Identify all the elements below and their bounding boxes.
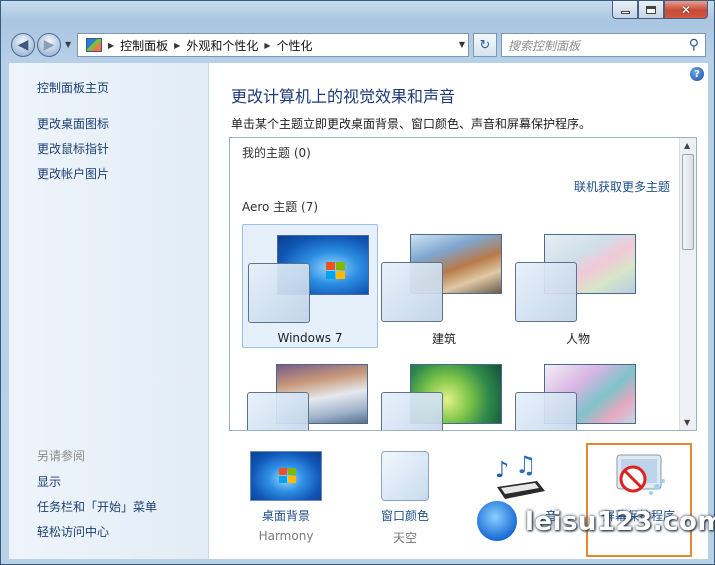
search-placeholder: 搜索控制面板 (508, 38, 581, 53)
sidebar-link-display[interactable]: 显示 (37, 473, 61, 490)
sidebar-link-desktop-icons[interactable]: 更改桌面图标 (37, 115, 109, 132)
page-title: 更改计算机上的视觉效果和声音 (231, 87, 456, 106)
svg-text:♫: ♫ (515, 451, 537, 479)
see-also-heading: 另请参阅 (37, 449, 86, 463)
watermark-text: leisu123.com (525, 507, 715, 537)
chevron-right-icon[interactable]: ▶ (108, 41, 114, 50)
window-color-preview (515, 262, 577, 322)
desktop-background-label: 桌面背景 (261, 509, 310, 523)
scrollbar-thumb[interactable] (682, 154, 694, 250)
page-description: 单击某个主题立即更改桌面背景、窗口颜色、声音和屏幕保护程序。 (231, 117, 592, 131)
breadcrumb-appearance[interactable]: 外观和个性化 (186, 37, 258, 54)
minimize-icon (620, 11, 630, 14)
theme-list-scrollbar[interactable]: ▲ ▼ (679, 138, 696, 430)
control-panel-icon (86, 38, 102, 52)
personalization-window: ✕ ◀ ▶ ▼ ▶ 控制面板 ▶ 外观和个性化 ▶ 个性化 ▼ ↻ 搜索控制面板… (0, 0, 715, 565)
breadcrumb-control-panel[interactable]: 控制面板 (120, 37, 168, 54)
back-button[interactable]: ◀ (11, 33, 35, 57)
watermark-logo-icon (475, 499, 519, 543)
sidebar-link-mouse-pointers[interactable]: 更改鼠标指针 (37, 140, 109, 157)
sidebar-link-account-picture[interactable]: 更改帐户图片 (37, 165, 109, 182)
caption-buttons: ✕ (612, 1, 708, 21)
sidebar-link-ease-of-access[interactable]: 轻松访问中心 (37, 523, 109, 540)
window-color-preview (515, 392, 577, 430)
main-content: ? 更改计算机上的视觉效果和声音 单击某个主题立即更改桌面背景、窗口颜色、声音和… (209, 63, 708, 559)
desktop-background-value: Harmony (258, 529, 314, 543)
maximize-icon (646, 5, 656, 14)
sidebar-link-taskbar-start-menu[interactable]: 任务栏和「开始」菜单 (37, 498, 157, 515)
close-icon: ✕ (680, 2, 692, 17)
refresh-button[interactable]: ↻ (473, 33, 497, 57)
forward-button[interactable]: ▶ (37, 33, 61, 57)
window-color-setting[interactable]: 窗口颜色 天空 (355, 451, 455, 555)
forward-arrow-icon: ▶ (43, 37, 55, 53)
theme-nature[interactable] (376, 354, 512, 430)
theme-windows-7[interactable]: Windows 7 (242, 224, 378, 348)
window-color-label: 窗口颜色 (380, 509, 429, 523)
chevron-right-icon[interactable]: ▶ (174, 41, 180, 50)
close-button[interactable]: ✕ (664, 1, 708, 19)
maximize-button[interactable] (638, 1, 664, 19)
window-color-preview (247, 392, 309, 430)
help-icon[interactable]: ? (690, 67, 704, 81)
theme-name: Windows 7 (277, 331, 343, 345)
theme-name: 建筑 (431, 332, 456, 346)
desktop-background-thumbnail (250, 451, 322, 501)
window-color-preview (248, 263, 310, 323)
aero-themes-heading: Aero 主题 (7) (242, 200, 319, 214)
get-more-themes-online-link[interactable]: 联机获取更多主题 (574, 178, 670, 195)
desktop-background-setting[interactable]: 桌面背景 Harmony (236, 451, 336, 555)
breadcrumb-personalization[interactable]: 个性化 (277, 37, 313, 54)
sidebar-link-control-panel-home[interactable]: 控制面板主页 (37, 79, 109, 96)
theme-name: 人物 (565, 332, 590, 346)
search-input[interactable]: 搜索控制面板 ⚲ (501, 33, 706, 57)
my-themes-heading: 我的主题 (0) (242, 146, 311, 160)
search-icon[interactable]: ⚲ (689, 37, 699, 53)
window-color-preview (381, 262, 443, 322)
theme-characters[interactable]: 人物 (510, 224, 646, 348)
recent-pages-dropdown[interactable]: ▼ (65, 40, 71, 49)
window-color-icon (381, 451, 429, 501)
back-arrow-icon: ◀ (17, 37, 29, 53)
scroll-up-icon[interactable]: ▲ (684, 141, 690, 150)
navigation-bar: ◀ ▶ ▼ ▶ 控制面板 ▶ 外观和个性化 ▶ 个性化 ▼ ↻ 搜索控制面板 ⚲ (9, 31, 706, 59)
address-bar[interactable]: ▶ 控制面板 ▶ 外观和个性化 ▶ 个性化 ▼ (77, 33, 469, 57)
refresh-icon: ↻ (479, 37, 491, 53)
window-color-value: 天空 (392, 531, 417, 545)
scroll-down-icon[interactable]: ▼ (684, 418, 690, 427)
sidebar: 控制面板主页 更改桌面图标 更改鼠标指针 更改帐户图片 另请参阅 显示 任务栏和… (9, 63, 209, 559)
theme-landscapes[interactable] (242, 354, 378, 430)
svg-text:♪: ♪ (495, 458, 509, 483)
site-watermark: leisu123.com (467, 489, 715, 561)
window-color-preview (381, 392, 443, 430)
theme-list: 我的主题 (0) 联机获取更多主题 Aero 主题 (7) Windows 7 (229, 137, 697, 431)
minimize-button[interactable] (612, 1, 638, 19)
address-dropdown-icon[interactable]: ▼ (459, 40, 465, 49)
windows-logo-icon (279, 468, 296, 483)
chevron-right-icon[interactable]: ▶ (264, 41, 270, 50)
theme-architecture[interactable]: 建筑 (376, 224, 512, 348)
theme-scenes[interactable] (510, 354, 646, 430)
